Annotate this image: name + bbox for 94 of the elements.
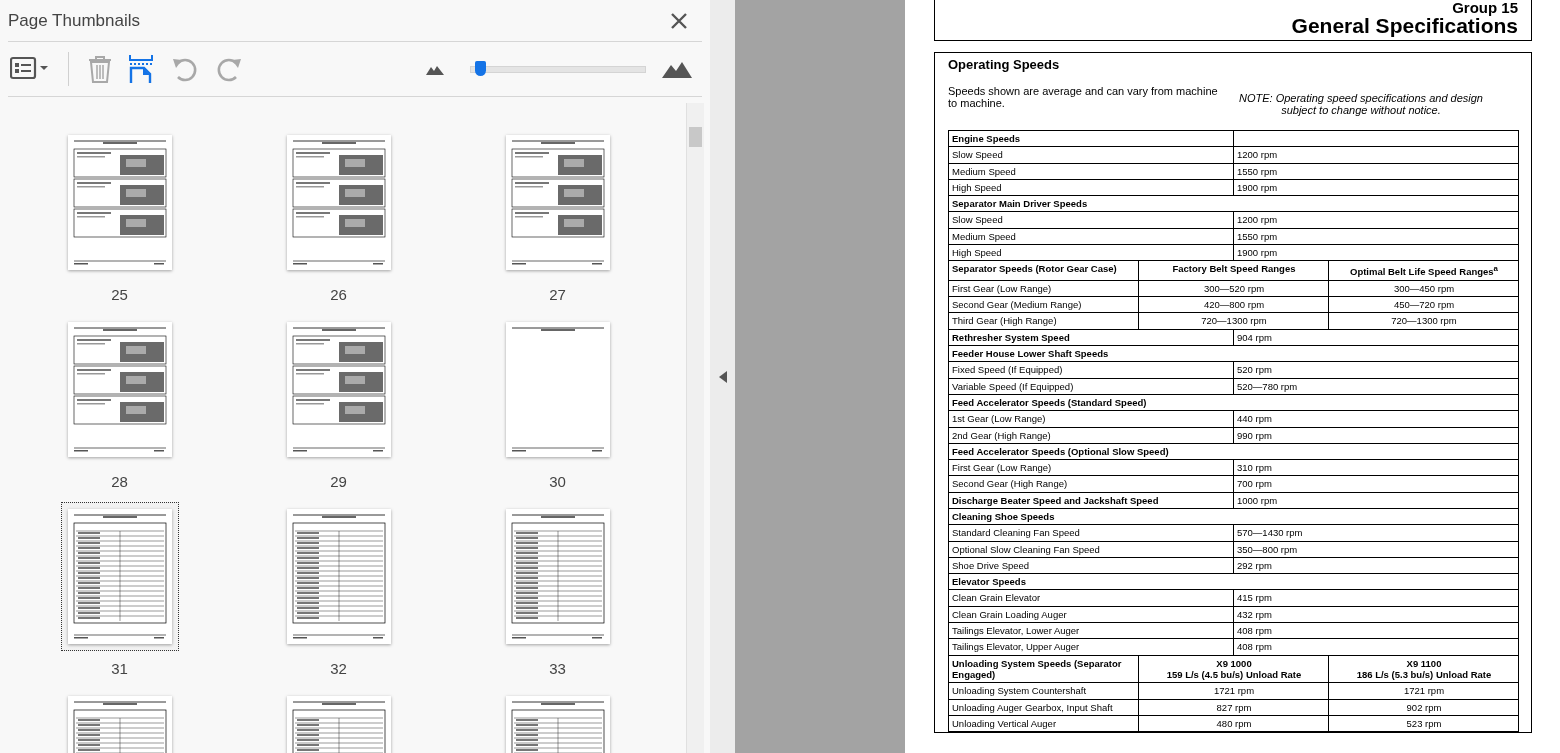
- table-cell: 440 rpm: [1234, 411, 1519, 428]
- table-cell: X9 1000 159 L/s (4.5 bu/s) Unload Rate: [1139, 655, 1329, 684]
- scrollbar-thumb[interactable]: [689, 127, 702, 147]
- table-cell: 432 rpm: [1234, 606, 1519, 624]
- table-cell: 1550 rpm: [1234, 163, 1519, 180]
- table-cell: Feed Accelerator Speeds (Standard Speed): [949, 394, 1519, 412]
- table-cell: Standard Cleaning Fan Speed: [949, 525, 1234, 542]
- table-cell: First Gear (Low Range): [949, 460, 1234, 477]
- page-number: 27: [549, 286, 566, 303]
- table-cell: 570—1430 rpm: [1234, 525, 1519, 542]
- table-cell: 415 rpm: [1234, 590, 1519, 607]
- table-cell: 523 rpm: [1329, 716, 1519, 733]
- table-cell: 420—800 rpm: [1139, 297, 1329, 314]
- note-text: NOTE: Operating speed specifications and design subject to change without notice.: [1238, 91, 1484, 116]
- slider-thumb[interactable]: [475, 60, 487, 76]
- panel-title: Page Thumbnails: [8, 10, 140, 31]
- table-cell: Unloading System Countershaft: [949, 683, 1139, 700]
- table-cell: 300—450 rpm: [1329, 280, 1519, 298]
- page-number: 30: [549, 473, 566, 490]
- table-cell: Medium Speed: [949, 163, 1234, 180]
- table-cell: Discharge Beater Speed and Jackshaft Speed: [949, 492, 1234, 509]
- table-cell: 480 rpm: [1139, 716, 1329, 733]
- table-cell: Feeder House Lower Shaft Speeds: [949, 346, 1519, 363]
- table-cell: Clean Grain Elevator: [949, 590, 1234, 607]
- table-cell: Unloading Auger Gearbox, Input Shaft: [949, 699, 1139, 717]
- table-cell: High Speed: [949, 179, 1234, 197]
- table-cell: 902 rpm: [1329, 699, 1519, 717]
- page-number: 29: [330, 473, 347, 490]
- table-cell: Clean Grain Loading Auger: [949, 606, 1234, 624]
- table-cell: Shoe Drive Speed: [949, 557, 1234, 575]
- page-number: 31: [111, 660, 128, 677]
- table-cell: Second Gear (Medium Range): [949, 297, 1139, 314]
- table-cell: Unloading Vertical Auger: [949, 716, 1139, 733]
- table-cell: Unloading System Speeds (Separator Engaged): [949, 655, 1139, 684]
- table-cell: 1000 rpm: [1234, 492, 1519, 509]
- page-title: General Specifications: [1291, 15, 1518, 37]
- collapse-arrow-icon[interactable]: [718, 370, 727, 383]
- table-cell: Slow Speed: [949, 212, 1234, 229]
- table-cell: Factory Belt Speed Ranges: [1139, 261, 1329, 281]
- table-cell: High Speed: [949, 245, 1234, 262]
- table-cell: 720—1300 rpm: [1329, 313, 1519, 330]
- page-number: 33: [549, 660, 566, 677]
- table-cell: 408 rpm: [1234, 639, 1519, 656]
- table-cell: Medium Speed: [949, 228, 1234, 246]
- table-cell: 1st Gear (Low Range): [949, 411, 1234, 428]
- table-cell: First Gear (Low Range): [949, 280, 1139, 298]
- page-number: 26: [330, 286, 347, 303]
- table-cell: Separator Speeds (Rotor Gear Case): [949, 261, 1139, 281]
- table-cell: 450—720 rpm: [1329, 297, 1519, 314]
- table-cell: 700 rpm: [1234, 476, 1519, 493]
- group-label: Group 15: [1452, 0, 1518, 15]
- table-cell: 1721 rpm: [1329, 683, 1519, 700]
- large-mountain-icon: [662, 60, 692, 78]
- table-cell: Optional Slow Cleaning Fan Speed: [949, 541, 1234, 558]
- table-cell: Tailings Elevator, Lower Auger: [949, 623, 1234, 640]
- table-cell: 408 rpm: [1234, 623, 1519, 640]
- table-cell: 292 rpm: [1234, 557, 1519, 575]
- table-cell: Tailings Elevator, Upper Auger: [949, 639, 1234, 656]
- page-number: 32: [330, 660, 347, 677]
- table-cell: 1900 rpm: [1234, 179, 1519, 197]
- table-cell: Elevator Speeds: [949, 574, 1519, 591]
- table-cell: Variable Speed (If Equipped): [949, 378, 1234, 395]
- page-number: 25: [111, 286, 128, 303]
- table-cell: Separator Main Driver Speeds: [949, 196, 1519, 213]
- table-cell: Rethresher System Speed: [949, 329, 1234, 346]
- table-cell: 904 rpm: [1234, 329, 1519, 346]
- table-cell: 520—780 rpm: [1234, 378, 1519, 395]
- section-heading: Operating Speeds: [948, 57, 1061, 72]
- table-cell: 1550 rpm: [1234, 228, 1519, 246]
- table-cell: Engine Speeds: [949, 131, 1234, 148]
- table-cell: 1200 rpm: [1234, 212, 1519, 229]
- table-cell: 827 rpm: [1139, 699, 1329, 717]
- table-cell: 1900 rpm: [1234, 245, 1519, 262]
- table-cell: 300—520 rpm: [1139, 280, 1329, 298]
- scrollbar[interactable]: [686, 103, 704, 753]
- table-cell: Second Gear (High Range): [949, 476, 1234, 493]
- table-cell: Fixed Speed (If Equipped): [949, 362, 1234, 379]
- table-cell: Optimal Belt Life Speed Ranges$^{a}$: [1329, 261, 1519, 281]
- table-cell: Cleaning Shoe Speeds: [949, 509, 1519, 526]
- table-cell: 990 rpm: [1234, 427, 1519, 444]
- table-cell: 1200 rpm: [1234, 147, 1519, 164]
- table-cell: 310 rpm: [1234, 460, 1519, 477]
- table-cell: 1721 rpm: [1139, 683, 1329, 700]
- table-cell: Feed Accelerator Speeds (Optional Slow Speed): [949, 443, 1519, 461]
- table-cell: 2nd Gear (High Range): [949, 427, 1234, 444]
- table-cell: Slow Speed: [949, 147, 1234, 164]
- page-number: 28: [111, 473, 128, 490]
- table-cell: 520 rpm: [1234, 362, 1519, 379]
- table-cell: X9 1100 186 L/s (5.3 bu/s) Unload Rate: [1329, 655, 1519, 684]
- page-thumbnail[interactable]: [60, 502, 179, 651]
- table-cell: Third Gear (High Range): [949, 313, 1139, 330]
- table-cell: 350—800 rpm: [1234, 541, 1519, 558]
- intro-text: Speeds shown are average and can vary from machine to machine.: [948, 85, 1219, 111]
- table-cell: 720—1300 rpm: [1139, 313, 1329, 330]
